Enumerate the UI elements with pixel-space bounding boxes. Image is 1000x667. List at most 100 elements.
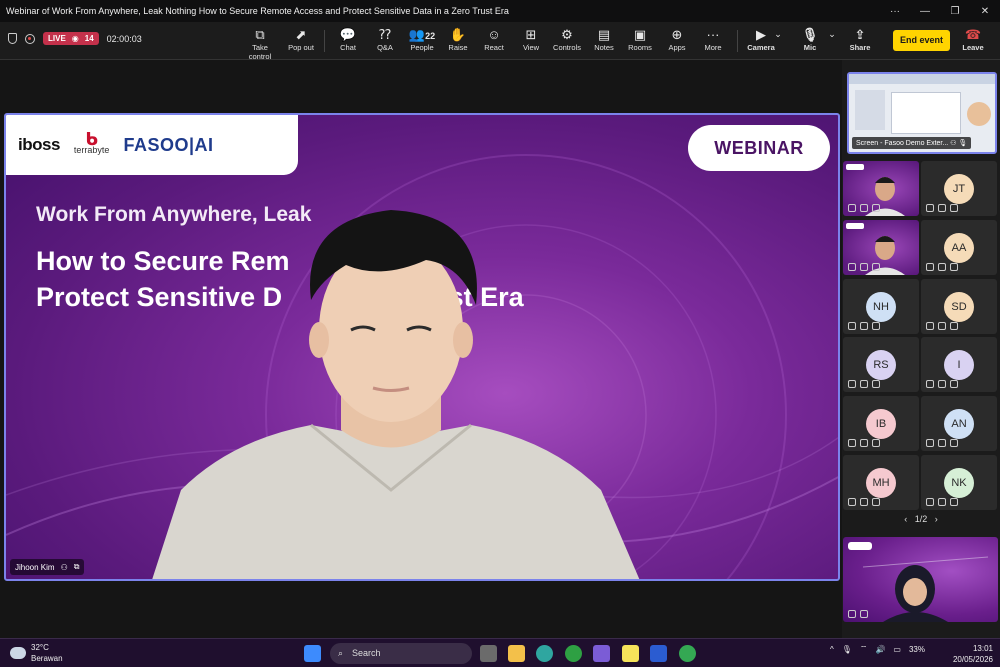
clock-date: 20/05/2026 — [952, 655, 993, 664]
raise-hand-button[interactable]: ✋ Raise — [438, 26, 478, 52]
leave-button[interactable]: ☎ Leave — [953, 26, 993, 52]
participant-avatar: SD — [944, 292, 974, 322]
qa-icon: ⁇ — [379, 27, 391, 42]
pop-out-button[interactable]: ⬈ Pop out — [281, 26, 321, 52]
live-badge[interactable]: LIVE ◉ 14 — [43, 32, 99, 45]
live-label: LIVE — [48, 34, 66, 43]
self-view-video[interactable] — [843, 537, 998, 622]
participant-tile[interactable] — [843, 220, 919, 275]
mic-options-button[interactable]: ⌄ — [824, 26, 840, 43]
participant-tile[interactable]: NH — [843, 279, 919, 334]
self-view-status — [848, 610, 868, 618]
mic-off-icon — [860, 610, 868, 618]
participant-status-icons — [848, 263, 880, 271]
prev-page-button[interactable]: ‹ — [904, 514, 907, 524]
camera-off-icon — [950, 322, 958, 330]
participant-avatar: JT — [944, 174, 974, 204]
edge-browser-icon[interactable] — [536, 645, 553, 662]
screen-share-icon: ⧉ — [73, 562, 80, 571]
fasoo-logo: FASOO|AI — [123, 134, 214, 155]
react-icon: ☺ — [487, 27, 501, 42]
file-explorer-icon[interactable] — [508, 645, 525, 662]
participant-avatar: RS — [866, 350, 896, 380]
participant-tile[interactable]: SD — [921, 279, 997, 334]
participant-tile[interactable] — [843, 161, 919, 216]
start-button[interactable] — [304, 645, 321, 662]
window-title: Webinar of Work From Anywhere, Leak Noth… — [6, 6, 509, 16]
participant-tile[interactable]: RS — [843, 337, 919, 392]
rooms-label: Rooms — [628, 43, 652, 52]
notes-button[interactable]: ▤ Notes — [584, 26, 624, 52]
take-control-button[interactable]: ⧉ Take control — [240, 26, 280, 61]
mic-off-icon — [860, 263, 868, 271]
mic-off-icon — [860, 498, 868, 506]
wifi-icon[interactable]: ⌔ — [860, 644, 868, 654]
qa-label: Q&A — [377, 43, 393, 52]
view-button[interactable]: ⊞ View — [511, 26, 551, 52]
temperature: 32°C — [31, 643, 49, 652]
participant-tile[interactable]: AA — [921, 220, 997, 275]
controls-button[interactable]: ⚙ Controls — [547, 26, 587, 52]
attendee-icon — [848, 263, 856, 271]
apps-button[interactable]: ⊕ Apps — [657, 26, 697, 52]
participant-tile[interactable]: AN — [921, 396, 997, 451]
attendee-icon — [848, 380, 856, 388]
participant-status-icons — [848, 204, 880, 212]
chevron-up-icon[interactable]: ^ — [830, 645, 834, 654]
share-button[interactable]: ⇪ Share — [840, 26, 880, 52]
camera-off-icon — [950, 439, 958, 447]
camera-off-icon — [950, 380, 958, 388]
chrome-icon[interactable] — [565, 645, 582, 662]
participant-tile[interactable]: I — [921, 337, 997, 392]
participant-avatar: AA — [944, 233, 974, 263]
meeting-toolbar: LIVE ◉ 14 02:00:03 ⧉ Take control ⬈ Pop … — [0, 22, 1000, 61]
people-button[interactable]: 👥22 People — [402, 26, 442, 52]
participant-tile[interactable]: MH — [843, 455, 919, 510]
participant-avatar: NH — [866, 292, 896, 322]
taskbar-search[interactable]: ⌕ Search — [330, 643, 472, 664]
shared-screen-window — [891, 92, 961, 134]
mic-off-icon — [860, 439, 868, 447]
chrome-profile-icon[interactable] — [679, 645, 696, 662]
mic-in-use-icon[interactable]: 🎙 — [842, 645, 852, 654]
sticky-notes-icon[interactable] — [622, 645, 639, 662]
qa-button[interactable]: ⁇ Q&A — [365, 26, 405, 52]
battery-icon[interactable]: ▭ — [893, 645, 901, 654]
system-clock[interactable]: 13:01 20/05/2026 — [945, 643, 993, 665]
controls-label: Controls — [553, 43, 581, 52]
rooms-icon: ▣ — [633, 27, 647, 42]
speaker-nameplate: Jihoon Kim ⚇ ⧉ — [10, 559, 85, 575]
task-view-icon[interactable] — [480, 645, 497, 662]
next-page-button[interactable]: › — [935, 514, 938, 524]
participant-tile[interactable]: JT — [921, 161, 997, 216]
shared-screen-sidebar — [855, 90, 885, 130]
search-placeholder: Search — [352, 648, 381, 658]
camera-options-button[interactable]: ⌄ — [770, 26, 786, 43]
more-button[interactable]: ··· More — [693, 26, 733, 52]
word-icon[interactable] — [650, 645, 667, 662]
camera-label: Camera — [747, 43, 775, 52]
teams-icon[interactable] — [593, 645, 610, 662]
screen-share-thumbnail[interactable]: Screen - Fasoo Demo Exter... ⚇ 🎙 — [847, 72, 997, 154]
end-event-button[interactable]: End event — [893, 30, 950, 51]
page-indicator: 1/2 — [914, 514, 928, 524]
participant-status-icons — [926, 498, 958, 506]
weather-widget[interactable]: 32°C Berawan — [10, 642, 63, 664]
volume-icon[interactable]: 🔊 — [875, 645, 885, 654]
window-close-button[interactable]: ✕ — [970, 6, 1000, 17]
rooms-button[interactable]: ▣ Rooms — [620, 26, 660, 52]
window-more-button[interactable]: ··· — [880, 6, 910, 17]
chat-button[interactable]: 💬 Chat — [328, 26, 368, 52]
participant-tile[interactable]: IB — [843, 396, 919, 451]
window-maximize-button[interactable]: ❐ — [940, 6, 970, 17]
speaker-video[interactable]: iboss ᑲ terrabyte FASOO|AI WEBINAR Work F… — [4, 113, 840, 581]
participant-tile[interactable]: NK — [921, 455, 997, 510]
leave-label: Leave — [962, 43, 984, 52]
window-title-bar: Webinar of Work From Anywhere, Leak Noth… — [0, 0, 1000, 22]
shared-screen-avatar — [967, 102, 991, 126]
window-minimize-button[interactable]: — — [910, 6, 940, 17]
presenter-icon: ⚇ — [60, 562, 68, 572]
react-button[interactable]: ☺ React — [474, 26, 514, 52]
meeting-timer: 02:00:03 — [106, 33, 142, 44]
mic-off-icon — [860, 380, 868, 388]
